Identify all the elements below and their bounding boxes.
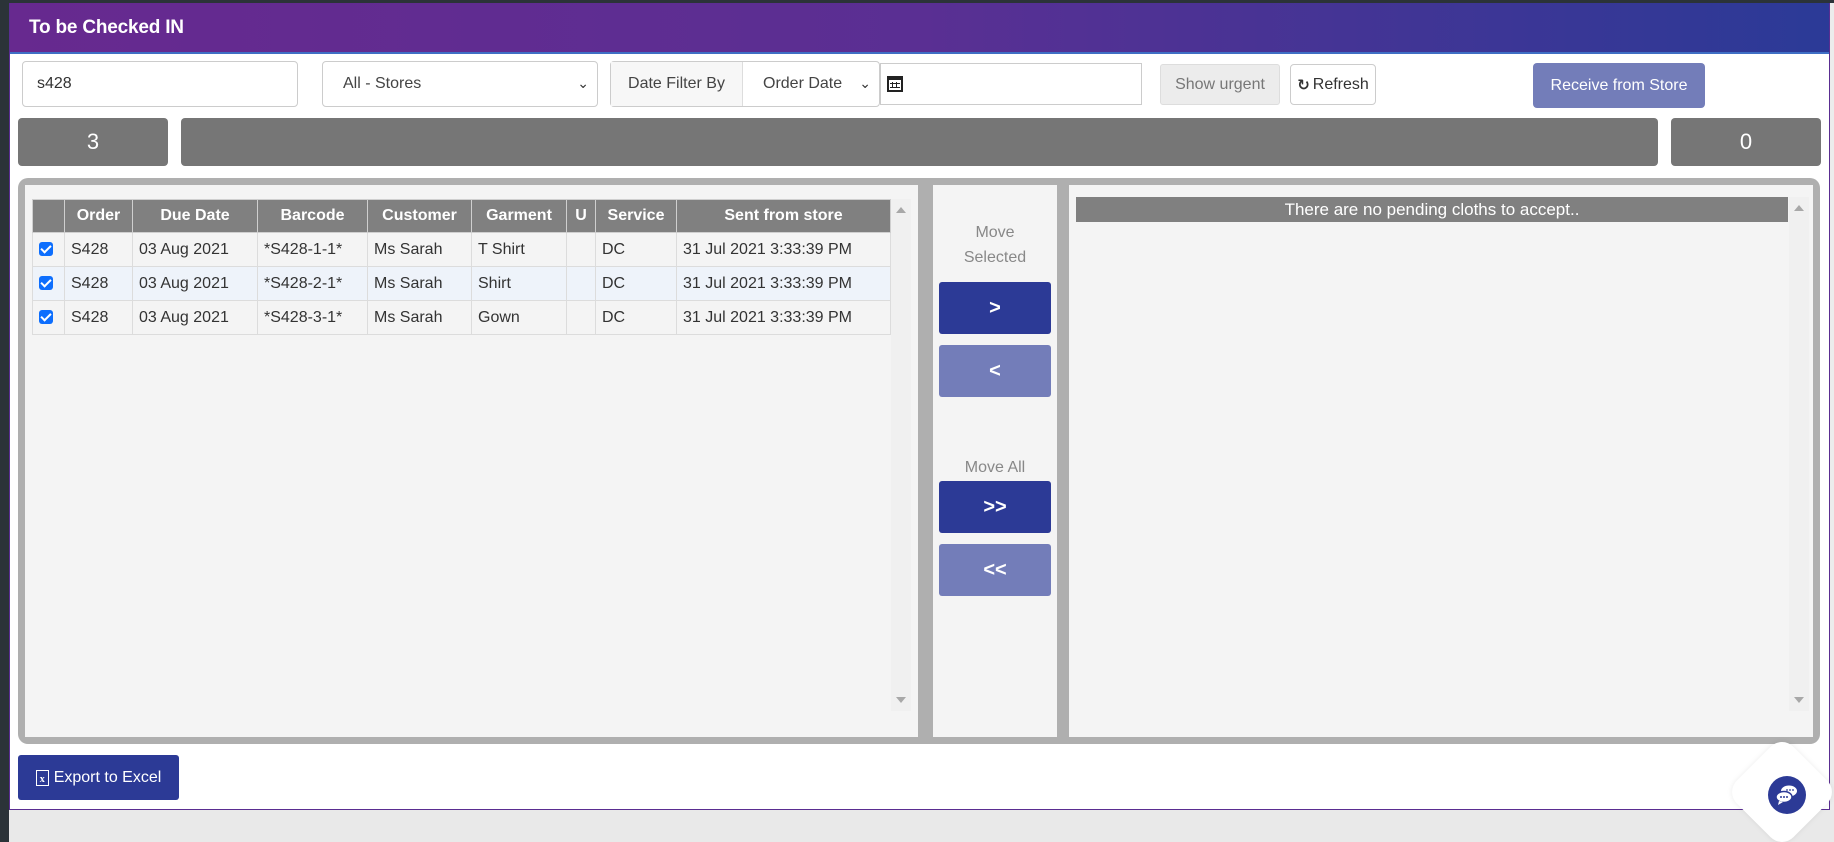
refresh-icon: ↻ [1297, 76, 1310, 94]
counter-bar [181, 118, 1658, 166]
chevron-down-icon: ⌄ [859, 75, 871, 91]
cell-barcode: *S428-3-1* [257, 300, 368, 335]
table-header-row: Order Due Date Barcode Customer Garment … [32, 199, 891, 233]
date-filter-label: Date Filter By [611, 62, 743, 106]
store-select[interactable]: All - Stores ⌄ [322, 61, 598, 107]
cell-order: S428 [64, 300, 133, 335]
move-all-left-button[interactable]: << [939, 544, 1051, 596]
scroll-down-arrow-icon[interactable] [896, 697, 906, 703]
pending-table: Order Due Date Barcode Customer Garment … [32, 199, 891, 335]
cell-urgent [566, 232, 596, 267]
row-select-cell [32, 300, 65, 335]
card-header: To be Checked IN [10, 3, 1829, 54]
date-filter-select-value: Order Date [763, 75, 843, 92]
store-select-value: All - Stores [343, 75, 422, 92]
accepted-count-badge: 0 [1671, 118, 1821, 166]
window-left-edge [0, 0, 9, 842]
cell-service: DC [595, 232, 677, 267]
cell-due-date: 03 Aug 2021 [132, 266, 258, 301]
excel-file-icon: x [35, 769, 49, 786]
empty-state-message: There are no pending cloths to accept.. [1076, 197, 1788, 222]
cell-garment: Gown [471, 300, 567, 335]
move-all-label: Move All [964, 459, 1026, 476]
cell-garment: Shirt [471, 266, 567, 301]
col-header-barcode[interactable]: Barcode [257, 199, 368, 233]
col-header-select [32, 199, 65, 233]
cell-sent: 31 Jul 2021 3:33:39 PM [676, 232, 891, 267]
row-select-cell [32, 232, 65, 267]
cell-urgent [566, 266, 596, 301]
cell-barcode: *S428-2-1* [257, 266, 368, 301]
col-header-urgent[interactable]: U [566, 199, 596, 233]
col-header-due-date[interactable]: Due Date [132, 199, 258, 233]
move-controls-panel: Move Selected > < Move All >> << [933, 185, 1057, 737]
pending-scrollbar[interactable] [891, 199, 911, 711]
cell-customer: Ms Sarah [367, 232, 472, 267]
row-checkbox[interactable] [39, 309, 53, 324]
row-select-cell [32, 266, 65, 301]
cell-due-date: 03 Aug 2021 [132, 232, 258, 267]
table-row[interactable]: S428 03 Aug 2021 *S428-2-1* Ms Sarah Shi… [32, 266, 891, 301]
table-row[interactable]: S428 03 Aug 2021 *S428-1-1* Ms Sarah T S… [32, 232, 891, 267]
cell-customer: Ms Sarah [367, 266, 472, 301]
move-all-right-button[interactable]: >> [939, 481, 1051, 533]
scroll-up-arrow-icon[interactable] [1794, 205, 1804, 211]
search-input[interactable] [22, 61, 298, 107]
date-filter-select[interactable]: Order Date ⌄ [743, 62, 879, 106]
accepted-panel: There are no pending cloths to accept.. [1069, 185, 1813, 737]
chevron-down-icon: ⌄ [577, 75, 589, 91]
cell-order: S428 [64, 232, 133, 267]
transfer-panels: Order Due Date Barcode Customer Garment … [18, 178, 1820, 744]
cell-due-date: 03 Aug 2021 [132, 300, 258, 335]
page-background [9, 810, 1834, 842]
chat-button[interactable] [1768, 776, 1806, 814]
scroll-down-arrow-icon[interactable] [1794, 697, 1804, 703]
row-checkbox[interactable] [39, 275, 53, 290]
cell-sent: 31 Jul 2021 3:33:39 PM [676, 266, 891, 301]
cell-urgent [566, 300, 596, 335]
calendar-icon [887, 76, 903, 92]
cell-service: DC [595, 300, 677, 335]
move-selected-right-button[interactable]: > [939, 282, 1051, 334]
accepted-scrollbar[interactable] [1789, 197, 1809, 711]
refresh-label: Refresh [1312, 75, 1369, 93]
cell-garment: T Shirt [471, 232, 567, 267]
move-selected-left-button[interactable]: < [939, 345, 1051, 397]
page-title: To be Checked IN [29, 17, 184, 38]
cell-order: S428 [64, 266, 133, 301]
col-header-customer[interactable]: Customer [367, 199, 472, 233]
col-header-service[interactable]: Service [595, 199, 677, 233]
cell-sent: 31 Jul 2021 3:33:39 PM [676, 300, 891, 335]
move-selected-label: Move Selected [933, 220, 1057, 270]
table-row[interactable]: S428 03 Aug 2021 *S428-3-1* Ms Sarah Gow… [32, 300, 891, 335]
date-range-input[interactable] [880, 63, 1142, 105]
cell-service: DC [595, 266, 677, 301]
cell-customer: Ms Sarah [367, 300, 472, 335]
cell-barcode: *S428-1-1* [257, 232, 368, 267]
show-urgent-button[interactable]: Show urgent [1160, 64, 1280, 105]
pending-panel: Order Due Date Barcode Customer Garment … [25, 185, 918, 737]
chat-bubbles-icon [1775, 785, 1797, 805]
date-filter-group: Date Filter By Order Date ⌄ [610, 61, 880, 107]
col-header-sent[interactable]: Sent from store [676, 199, 891, 233]
row-checkbox[interactable] [39, 241, 53, 256]
col-header-order[interactable]: Order [64, 199, 133, 233]
pending-count-badge: 3 [18, 118, 168, 166]
export-to-excel-button[interactable]: x Export to Excel [18, 755, 179, 800]
scroll-up-arrow-icon[interactable] [896, 207, 906, 213]
refresh-button[interactable]: ↻ Refresh [1290, 64, 1376, 105]
col-header-garment[interactable]: Garment [471, 199, 567, 233]
move-selected-label-text: Move Selected [963, 224, 1027, 266]
receive-from-store-button[interactable]: Receive from Store [1533, 63, 1705, 108]
export-label: Export to Excel [53, 768, 162, 786]
